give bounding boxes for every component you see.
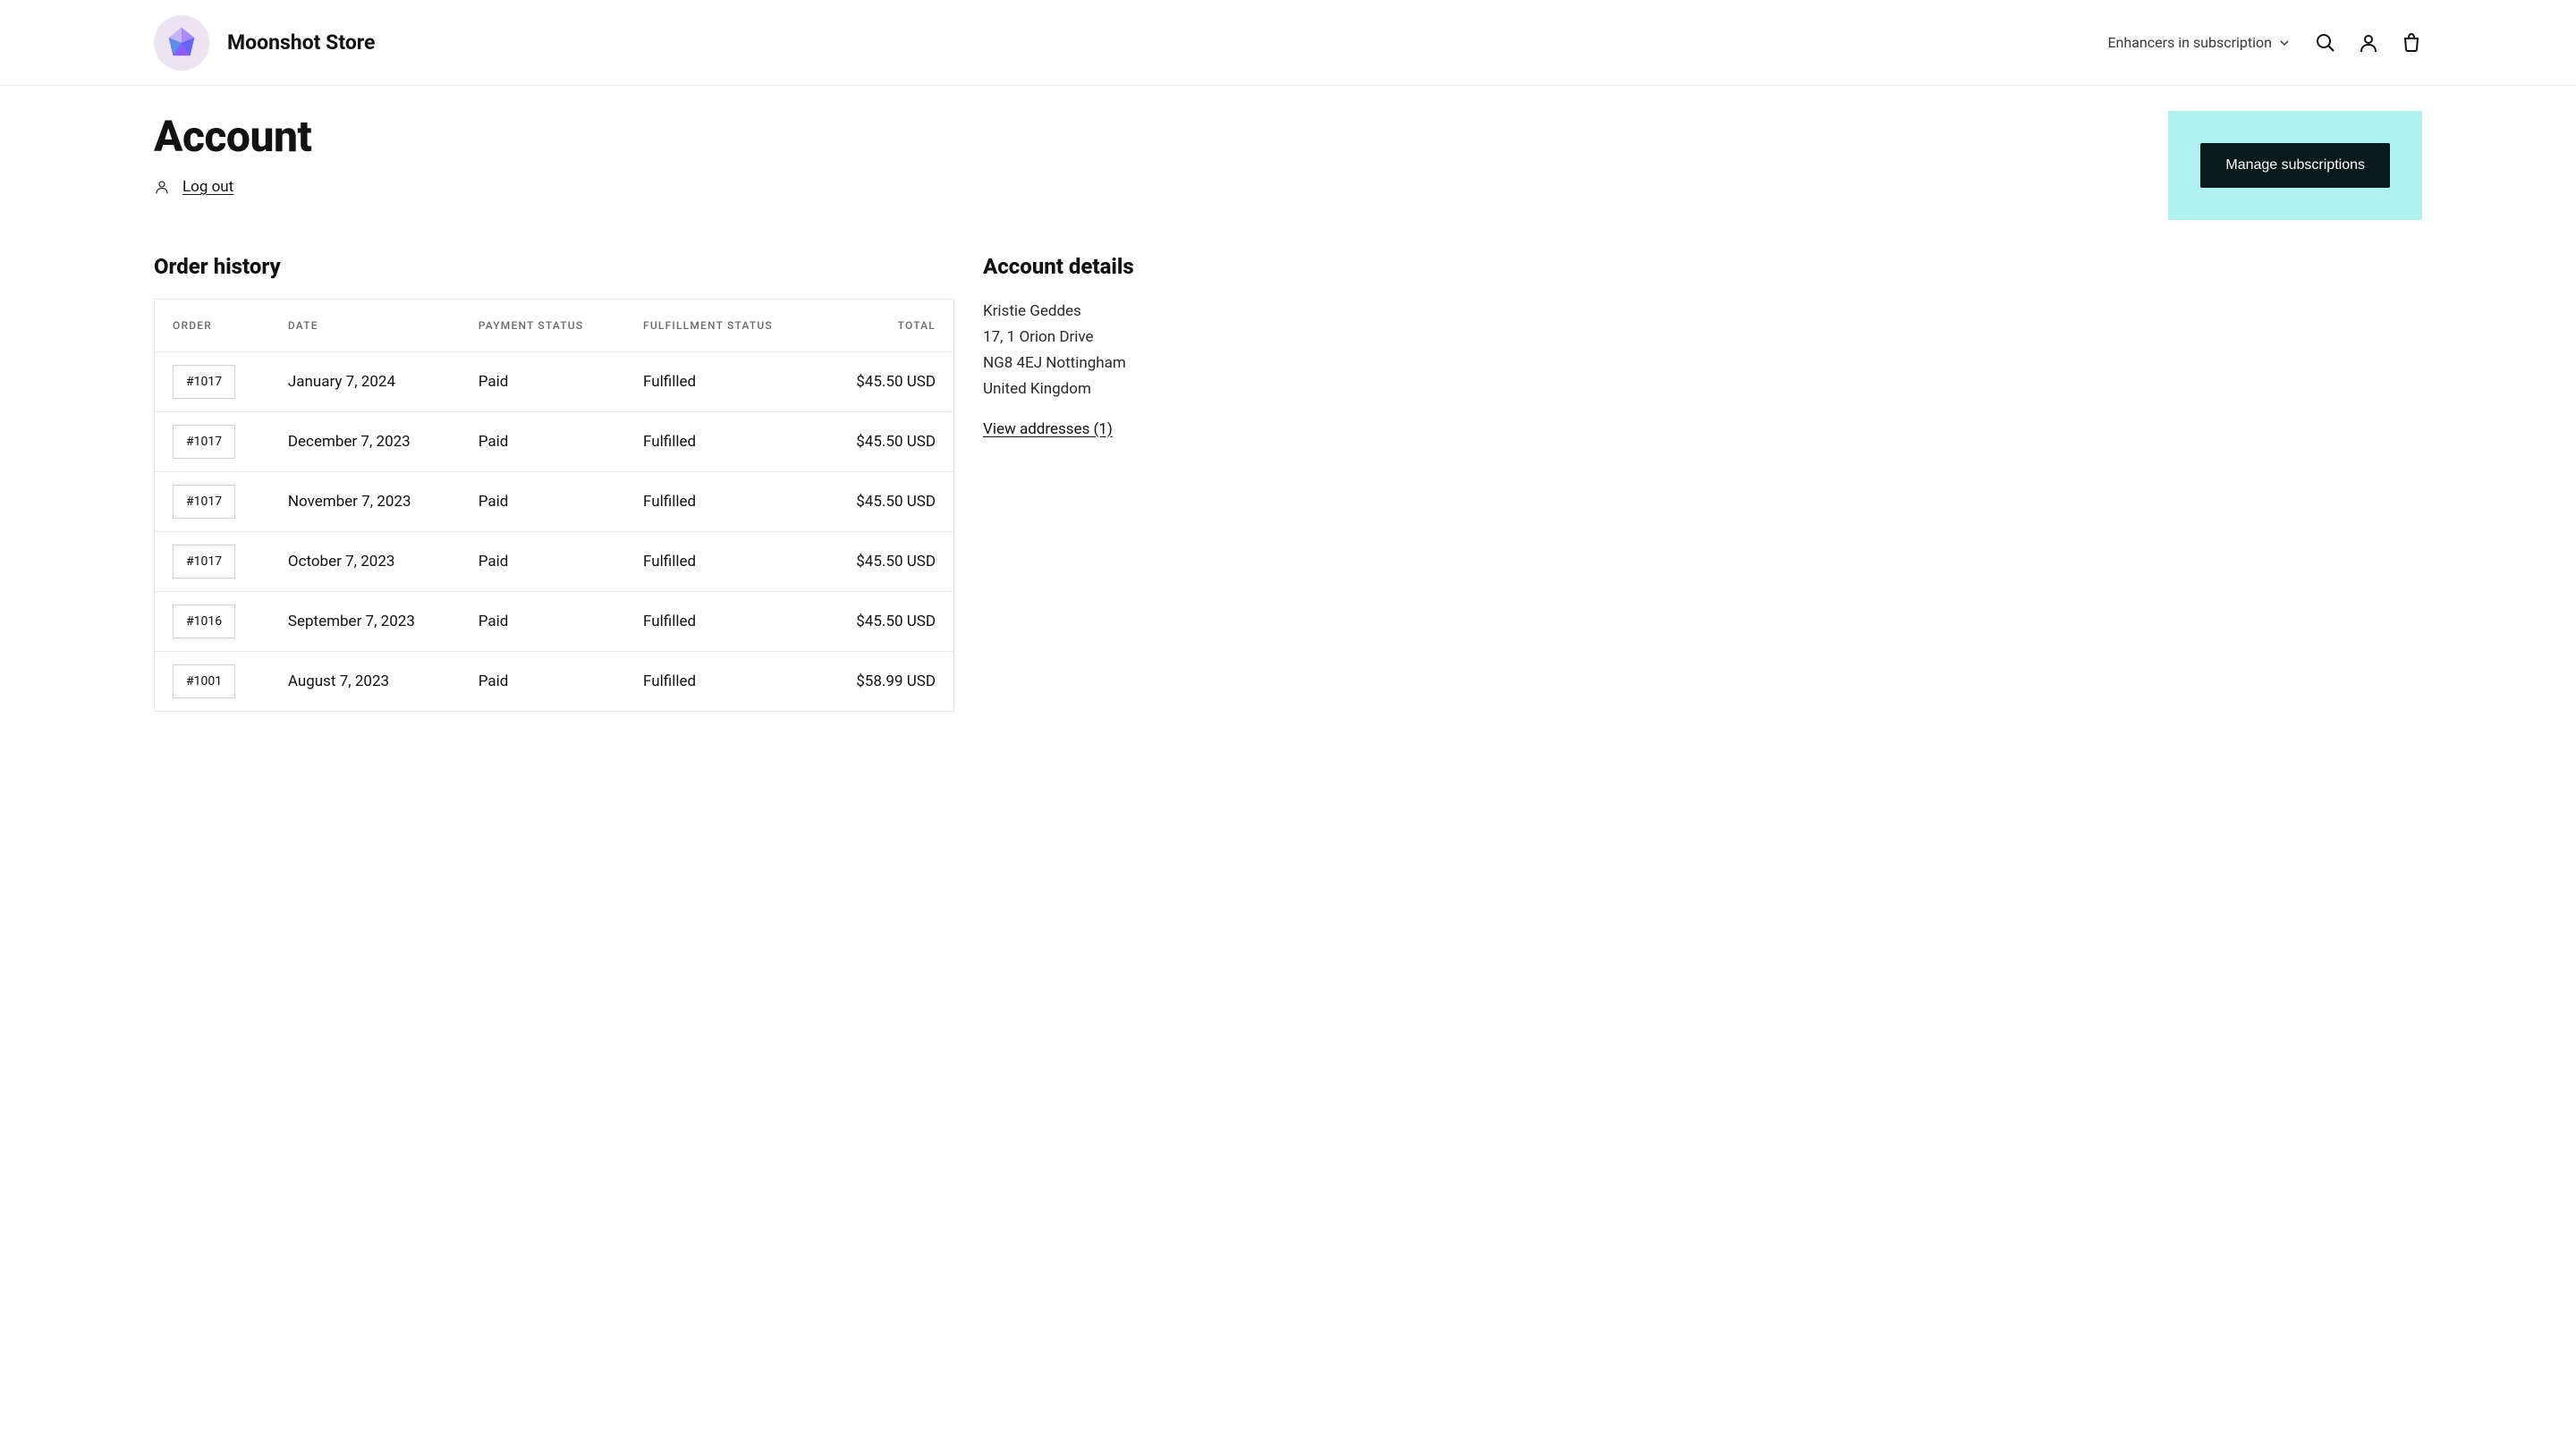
col-date: DATE	[270, 300, 461, 352]
col-payment-status: PAYMENT STATUS	[461, 300, 625, 352]
subscription-callout: Manage subscriptions	[2168, 111, 2422, 220]
order-badge[interactable]: #1017	[173, 485, 235, 519]
address-country: United Kingdom	[983, 376, 1242, 402]
crystal-icon	[165, 26, 199, 60]
logout-link: Log out	[154, 178, 311, 196]
order-history-title: Order history	[154, 254, 954, 279]
order-badge[interactable]: #1017	[173, 425, 235, 459]
col-fulfillment-status: FULFILLMENT STATUS	[625, 300, 818, 352]
order-fulfillment: Fulfilled	[625, 352, 818, 412]
order-badge[interactable]: #1016	[173, 604, 235, 638]
account-header: Account Log out	[154, 111, 311, 196]
header-left: Moonshot Store	[154, 15, 375, 71]
account-details-title: Account details	[983, 254, 1242, 279]
order-payment: Paid	[461, 532, 625, 592]
table-row: #1017 December 7, 2023 Paid Fulfilled $4…	[155, 412, 954, 472]
address-line-2: NG8 4EJ Nottingham	[983, 351, 1242, 376]
table-row: #1017 October 7, 2023 Paid Fulfilled $45…	[155, 532, 954, 592]
chevron-down-icon	[2279, 38, 2290, 48]
order-fulfillment: Fulfilled	[625, 592, 818, 652]
order-date: December 7, 2023	[270, 412, 461, 472]
order-date: September 7, 2023	[270, 592, 461, 652]
order-total: $58.99 USD	[818, 652, 953, 712]
nav-link-label: Enhancers in subscription	[2107, 34, 2272, 51]
order-fulfillment: Fulfilled	[625, 652, 818, 712]
table-row: #1017 November 7, 2023 Paid Fulfilled $4…	[155, 472, 954, 532]
site-header: Moonshot Store Enhancers in subscription	[0, 0, 2576, 86]
order-fulfillment: Fulfilled	[625, 532, 818, 592]
view-addresses-link[interactable]: View addresses (1)	[983, 420, 1113, 438]
account-details-section: Account details Kristie Geddes 17, 1 Ori…	[983, 254, 1242, 712]
manage-subscriptions-button[interactable]: Manage subscriptions	[2200, 143, 2390, 188]
order-badge[interactable]: #1017	[173, 365, 235, 399]
order-history-section: Order history ORDER DATE PAYMENT STATUS …	[154, 254, 954, 712]
order-payment: Paid	[461, 412, 625, 472]
order-total: $45.50 USD	[818, 352, 953, 412]
order-date: October 7, 2023	[270, 532, 461, 592]
order-fulfillment: Fulfilled	[625, 412, 818, 472]
customer-name: Kristie Geddes	[983, 299, 1242, 325]
orders-table: ORDER DATE PAYMENT STATUS FULFILLMENT ST…	[154, 299, 954, 712]
top-section: Account Log out Manage subscriptions	[154, 111, 2422, 220]
order-total: $45.50 USD	[818, 412, 953, 472]
order-total: $45.50 USD	[818, 592, 953, 652]
order-payment: Paid	[461, 592, 625, 652]
order-total: $45.50 USD	[818, 532, 953, 592]
table-row: #1017 January 7, 2024 Paid Fulfilled $45…	[155, 352, 954, 412]
table-row: #1001 August 7, 2023 Paid Fulfilled $58.…	[155, 652, 954, 712]
orders-tbody: #1017 January 7, 2024 Paid Fulfilled $45…	[155, 352, 954, 712]
page-title: Account	[154, 111, 311, 162]
account-icon[interactable]	[2358, 32, 2379, 54]
person-icon	[154, 179, 170, 195]
nav-enhancers-dropdown[interactable]: Enhancers in subscription	[2107, 34, 2290, 51]
order-payment: Paid	[461, 652, 625, 712]
order-payment: Paid	[461, 352, 625, 412]
order-fulfillment: Fulfilled	[625, 472, 818, 532]
store-name[interactable]: Moonshot Store	[227, 30, 375, 55]
order-badge[interactable]: #1001	[173, 664, 235, 698]
order-total: $45.50 USD	[818, 472, 953, 532]
order-badge[interactable]: #1017	[173, 545, 235, 579]
cart-icon[interactable]	[2401, 32, 2422, 54]
header-icons	[2315, 32, 2422, 54]
table-header-row: ORDER DATE PAYMENT STATUS FULFILLMENT ST…	[155, 300, 954, 352]
main-content: Account Log out Manage subscriptions Ord…	[0, 86, 2576, 748]
col-order: ORDER	[155, 300, 270, 352]
table-row: #1016 September 7, 2023 Paid Fulfilled $…	[155, 592, 954, 652]
store-logo[interactable]	[154, 15, 209, 71]
order-date: November 7, 2023	[270, 472, 461, 532]
header-right: Enhancers in subscription	[2107, 32, 2422, 54]
content-row: Order history ORDER DATE PAYMENT STATUS …	[154, 254, 2422, 712]
address-line-1: 17, 1 Orion Drive	[983, 325, 1242, 351]
logout-button[interactable]: Log out	[182, 178, 233, 196]
order-payment: Paid	[461, 472, 625, 532]
col-total: TOTAL	[818, 300, 953, 352]
order-date: January 7, 2024	[270, 352, 461, 412]
order-date: August 7, 2023	[270, 652, 461, 712]
search-icon[interactable]	[2315, 32, 2336, 54]
